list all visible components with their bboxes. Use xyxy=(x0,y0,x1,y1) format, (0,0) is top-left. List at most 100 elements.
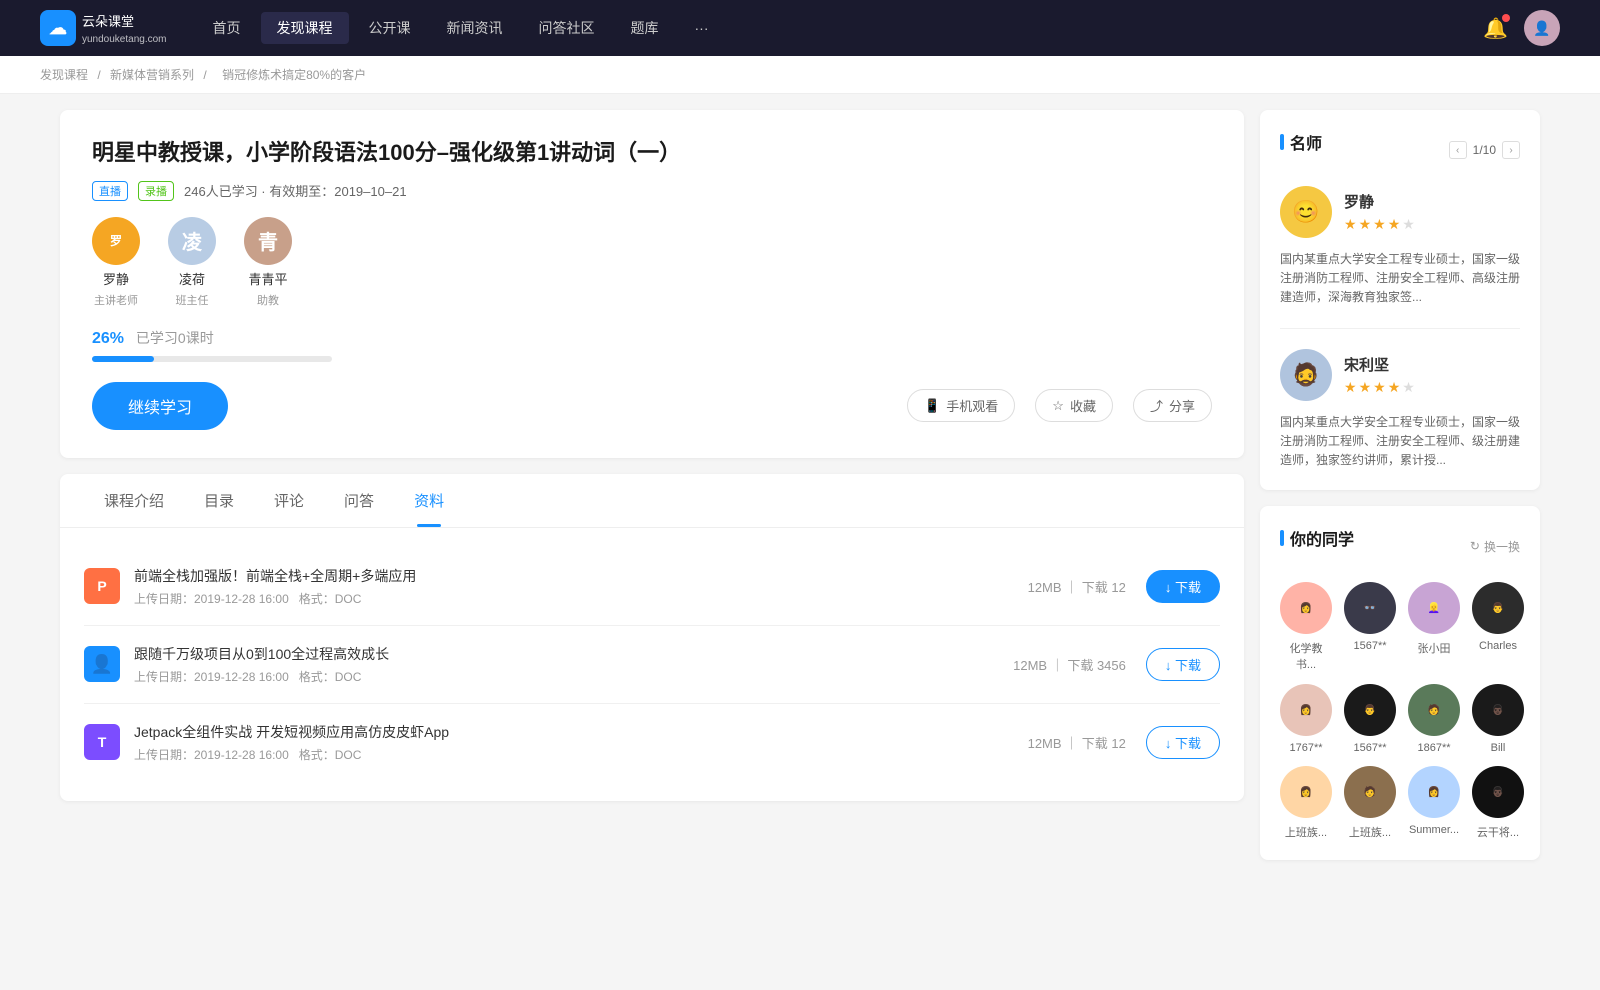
resource-item-1: P 前端全栈加强版！前端全栈+全周期+多端应用 上传日期：2019-12-28 … xyxy=(84,548,1220,626)
teacher-card-avatar-2: 🧔 xyxy=(1280,349,1332,401)
progress-sublabel: 已学习0课时 xyxy=(136,330,214,346)
classmate-item-1: 👩 化学教书... xyxy=(1280,582,1332,672)
collect-label: 收藏 xyxy=(1070,396,1096,415)
teacher-card-top-1: 😊 罗静 ★ ★ ★ ★ ★ xyxy=(1280,186,1520,238)
resource-meta-3: 上传日期：2019-12-28 16:00 格式：DOC xyxy=(134,746,1028,763)
nav-item-open[interactable]: 公开课 xyxy=(353,12,427,44)
classmate-name-11: Summer... xyxy=(1409,824,1459,836)
classmate-avatar-10: 🧑 xyxy=(1344,766,1396,818)
star-icon: ☆ xyxy=(1052,398,1064,414)
user-avatar[interactable]: 👤 xyxy=(1524,10,1560,46)
teachers-card: 名师 ‹ 1/10 › 😊 罗静 ★ ★ ★ xyxy=(1260,110,1540,490)
teacher-card-name-2: 宋利坚 xyxy=(1344,354,1415,375)
classmate-avatar-8: 👨🏿 xyxy=(1472,684,1524,736)
nav-item-discover[interactable]: 发现课程 xyxy=(261,12,349,44)
refresh-icon: ↻ xyxy=(1470,539,1480,553)
right-panel: 名师 ‹ 1/10 › 😊 罗静 ★ ★ ★ xyxy=(1260,110,1540,876)
teachers-pagination: ‹ 1/10 › xyxy=(1449,141,1520,159)
breadcrumb-discover[interactable]: 发现课程 xyxy=(40,68,88,82)
classmate-avatar-4: 👨 xyxy=(1472,582,1524,634)
breadcrumb: 发现课程 / 新媒体营销系列 / 销冠修炼术搞定80%的客户 xyxy=(0,56,1600,94)
classmate-avatar-9: 👩 xyxy=(1280,766,1332,818)
teacher-avatar-1: 罗 xyxy=(92,217,140,265)
teacher-avatar-2: 凌 xyxy=(168,217,216,265)
teachers-list: 罗 罗静 主讲老师 凌 凌荷 班主任 青 青青平 助教 xyxy=(92,217,1212,308)
resource-stats-3: 12MB ｜ 下载 12 xyxy=(1028,733,1126,752)
tab-catalog[interactable]: 目录 xyxy=(184,474,254,527)
next-page-button[interactable]: › xyxy=(1502,141,1520,159)
breadcrumb-series[interactable]: 新媒体营销系列 xyxy=(110,68,194,82)
classmate-name-7: 1867** xyxy=(1417,742,1450,754)
share-button[interactable]: ⤴ 分享 xyxy=(1133,389,1212,422)
nav-item-news[interactable]: 新闻资讯 xyxy=(431,12,519,44)
logo[interactable]: ☁ 云朵课堂yundouketang.com xyxy=(40,10,167,46)
teacher-stars-2: ★ ★ ★ ★ ★ xyxy=(1344,379,1415,396)
classmate-name-6: 1567** xyxy=(1353,742,1386,754)
download-button-2[interactable]: ↓ 下载 xyxy=(1146,648,1220,681)
teacher-card-desc-2: 国内某重点大学安全工程专业硕士，国家一级注册消防工程师、注册安全工程师、级注册建… xyxy=(1280,413,1520,471)
resource-info-2: 跟随千万级项目从0到100全过程高效成长 上传日期：2019-12-28 16:… xyxy=(134,644,1013,685)
mobile-label: 手机观看 xyxy=(946,396,998,415)
tabs-nav: 课程介绍 目录 评论 问答 资料 xyxy=(60,474,1244,528)
badge-live: 直播 xyxy=(92,181,128,201)
resource-info-1: 前端全栈加强版！前端全栈+全周期+多端应用 上传日期：2019-12-28 16… xyxy=(134,566,1028,607)
resource-stats-1: 12MB ｜ 下载 12 xyxy=(1028,577,1126,596)
tab-intro[interactable]: 课程介绍 xyxy=(84,474,184,527)
nav-item-quiz[interactable]: 题库 xyxy=(615,12,675,44)
classmate-avatar-12: 👨🏿 xyxy=(1472,766,1524,818)
resource-name-1: 前端全栈加强版！前端全栈+全周期+多端应用 xyxy=(134,566,1028,586)
nav-item-more[interactable]: ··· xyxy=(679,14,725,42)
teacher-card-2: 🧔 宋利坚 ★ ★ ★ ★ ★ 国内某重点大学安全工程专业硕士，国家一级注册消防… xyxy=(1280,349,1520,471)
teacher-name-2: 凌荷 xyxy=(179,269,205,288)
teacher-card-info-2: 宋利坚 ★ ★ ★ ★ ★ xyxy=(1344,354,1415,396)
continue-learning-button[interactable]: 继续学习 xyxy=(92,382,228,430)
classmate-avatar-7: 🧑 xyxy=(1408,684,1460,736)
course-actions: 继续学习 📱 手机观看 ☆ 收藏 ⤴ 分享 xyxy=(92,382,1212,430)
classmate-item-7: 🧑 1867** xyxy=(1408,684,1460,754)
bell-icon[interactable]: 🔔 xyxy=(1483,16,1508,41)
tab-qa[interactable]: 问答 xyxy=(324,474,394,527)
teacher-item-1: 罗 罗静 主讲老师 xyxy=(92,217,140,308)
classmates-header: 你的同学 ↻ 换一换 xyxy=(1280,526,1520,566)
tab-content-resources: P 前端全栈加强版！前端全栈+全周期+多端应用 上传日期：2019-12-28 … xyxy=(60,528,1244,801)
nav-item-home[interactable]: 首页 xyxy=(197,12,257,44)
notification-dot xyxy=(1502,14,1510,22)
tab-resources[interactable]: 资料 xyxy=(394,474,464,527)
tab-comments[interactable]: 评论 xyxy=(254,474,324,527)
classmate-avatar-3: 👱‍♀️ xyxy=(1408,582,1460,634)
classmate-name-9: 上班族... xyxy=(1285,824,1327,840)
resource-meta-2: 上传日期：2019-12-28 16:00 格式：DOC xyxy=(134,668,1013,685)
teacher-card-name-1: 罗静 xyxy=(1344,191,1415,212)
nav-items: 首页 发现课程 公开课 新闻资讯 问答社区 题库 ··· xyxy=(197,12,1484,44)
classmate-item-10: 🧑 上班族... xyxy=(1344,766,1396,840)
classmate-item-4: 👨 Charles xyxy=(1472,582,1524,672)
resource-item-3: T Jetpack全组件实战 开发短视频应用高仿皮皮虾App 上传日期：2019… xyxy=(84,704,1220,781)
download-button-1[interactable]: ↓ 下载 xyxy=(1146,570,1220,603)
mobile-view-button[interactable]: 📱 手机观看 xyxy=(907,389,1015,422)
course-title: 明星中教授课，小学阶段语法100分–强化级第1讲动词（一） xyxy=(92,138,1212,169)
resource-name-2: 跟随千万级项目从0到100全过程高效成长 xyxy=(134,644,1013,664)
teacher-item-3: 青 青青平 助教 xyxy=(244,217,292,308)
classmate-item-5: 👩 1767** xyxy=(1280,684,1332,754)
download-button-3[interactable]: ↓ 下载 xyxy=(1146,726,1220,759)
classmate-item-6: 👨 1567** xyxy=(1344,684,1396,754)
progress-bar-bg xyxy=(92,356,332,362)
classmate-avatar-5: 👩 xyxy=(1280,684,1332,736)
page-indicator: 1/10 xyxy=(1473,143,1496,157)
nav-item-qa[interactable]: 问答社区 xyxy=(523,12,611,44)
prev-page-button[interactable]: ‹ xyxy=(1449,141,1467,159)
logo-icon: ☁ xyxy=(40,10,76,46)
resource-stats-2: 12MB ｜ 下载 3456 xyxy=(1013,655,1126,674)
refresh-classmates-button[interactable]: ↻ 换一换 xyxy=(1470,538,1520,555)
teacher-role-2: 班主任 xyxy=(176,292,209,308)
left-panel: 明星中教授课，小学阶段语法100分–强化级第1讲动词（一） 直播 录播 246人… xyxy=(60,110,1244,876)
classmate-item-12: 👨🏿 云干将... xyxy=(1472,766,1524,840)
classmate-avatar-1: 👩 xyxy=(1280,582,1332,634)
mobile-icon: 📱 xyxy=(924,398,940,414)
collect-button[interactable]: ☆ 收藏 xyxy=(1035,389,1113,422)
action-buttons: 📱 手机观看 ☆ 收藏 ⤴ 分享 xyxy=(907,389,1212,422)
teacher-stars-1: ★ ★ ★ ★ ★ xyxy=(1344,216,1415,233)
classmate-name-1: 化学教书... xyxy=(1280,640,1332,672)
resource-icon-2: 👤 xyxy=(84,646,120,682)
share-label: 分享 xyxy=(1169,396,1195,415)
